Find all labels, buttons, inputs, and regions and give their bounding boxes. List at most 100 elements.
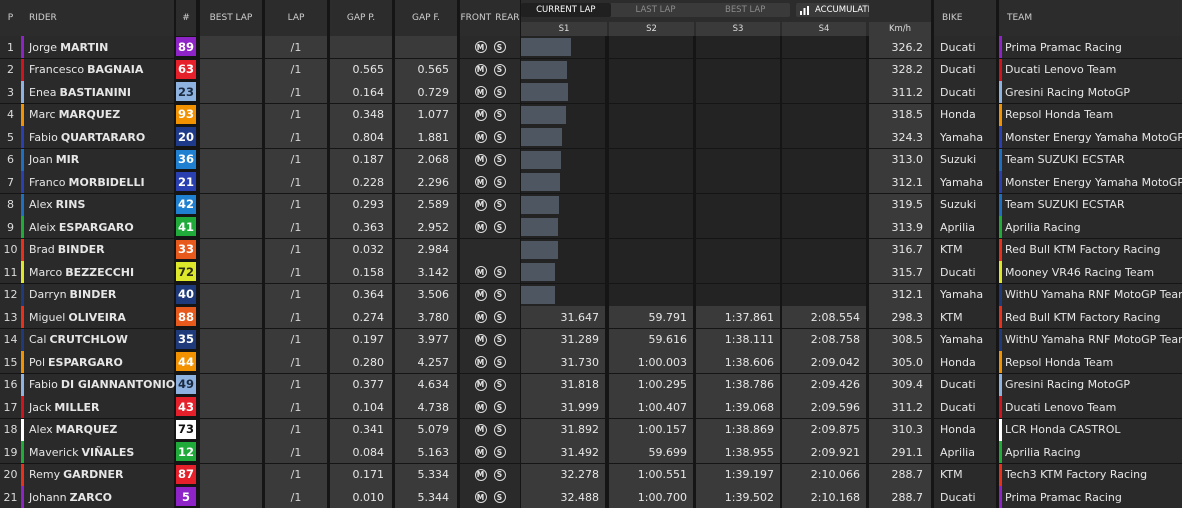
header-lap[interactable]: LAP (265, 0, 327, 36)
rider-name-cell[interactable]: Fabio DI GIANNANTONIO (24, 373, 175, 396)
table-row[interactable]: 10BradBINDER33/10.0322.984MS316.7KTMRed … (0, 238, 1182, 261)
rider-name-cell[interactable]: Alex MARQUEZ (24, 418, 174, 441)
header-team[interactable]: TEAM (999, 0, 1182, 36)
table-row[interactable]: 9 Aleix ESPARGARO 41/1 0.363 2.952 M S 313.9 Apri… (0, 216, 1182, 238)
rear-tyre-soft-icon: S (493, 468, 506, 481)
team-cell[interactable]: Monster Energy Yamaha MotoGP (999, 126, 1182, 148)
team-cell[interactable]: Tech3 KTM Factory Racing (999, 463, 1182, 486)
rider-name-cell[interactable]: Jack MILLER (24, 396, 174, 418)
gap-first-cell: 5.334 (395, 463, 457, 486)
header-bike[interactable]: BIKE (934, 0, 996, 36)
rider-name-cell[interactable]: Maverick VIÑALES (24, 441, 174, 463)
tab-last-lap[interactable]: LAST LAP (611, 3, 701, 17)
team-cell[interactable]: Prima Pramac Racing (999, 36, 1182, 58)
header-gap-previous[interactable]: GAP P. (330, 0, 392, 36)
table-row[interactable]: 13 Miguel OLIVEIRA 88/1 0.274 3.780 M S 31.647 59… (0, 306, 1182, 328)
team-cell[interactable]: Prima Pramac Racing (999, 486, 1182, 508)
rider-name-cell[interactable]: Alex RINS (24, 193, 174, 216)
rider-name-cell[interactable]: Franco MORBIDELLI (24, 171, 174, 193)
position-cell: 4 (0, 103, 21, 126)
table-row[interactable]: 11 Marco BEZZECCHI 72/1 0.158 3.142 M S 315.7 Duc… (0, 261, 1182, 283)
table-row[interactable]: 4 Marc MARQUEZ 93/1 0.348 1.077 M S 318.5 Honda Re… (0, 103, 1182, 126)
front-tyre-medium-icon: M (474, 108, 487, 121)
position-cell: 21 (0, 486, 21, 508)
team-cell[interactable]: Gresini Racing MotoGP (999, 373, 1182, 396)
rider-last-name: ESPARGARO (58, 220, 134, 234)
team-cell[interactable]: Team SUZUKI ECSTAR (999, 148, 1182, 171)
rider-name-cell[interactable]: Miguel OLIVEIRA (24, 306, 174, 328)
rider-name-cell[interactable]: Johann ZARCO (24, 486, 174, 508)
table-row[interactable]: 14 Cal CRUTCHLOW 35/1 0.197 3.977 M S 31.289 59.6… (0, 328, 1182, 351)
team-cell[interactable]: Repsol Honda Team (999, 103, 1182, 126)
position-cell: 18 (0, 418, 21, 441)
table-row[interactable]: 20 Remy GARDNER 87/1 0.171 5.334 M S 32.278 1:00.… (0, 463, 1182, 486)
header-rider[interactable]: RIDER (21, 0, 174, 36)
team-cell[interactable]: Mooney VR46 Racing Team (999, 261, 1182, 283)
sector-1-cell: 31.999 (521, 396, 605, 418)
header-tyres: FRONT REAR (460, 0, 520, 36)
speed-cell: 298.3 (869, 306, 931, 328)
rider-number-badge: 36 (176, 149, 196, 169)
rider-name-cell[interactable]: Brad BINDER (24, 238, 174, 261)
sector-3-cell: 1:37.861 (696, 306, 780, 328)
table-row[interactable]: 15 Pol ESPARGARO 44/1 0.280 4.257 M S 31.730 1:00… (0, 351, 1182, 373)
rider-name-cell[interactable]: Francesco BAGNAIA (24, 58, 174, 81)
table-row[interactable]: 18 Alex MARQUEZ 73/1 0.341 5.079 M S 31.892 1:00.… (0, 418, 1182, 441)
header-gap-first[interactable]: GAP F. (395, 0, 457, 36)
team-cell[interactable]: Repsol Honda Team (999, 351, 1182, 373)
header-best-lap[interactable]: BEST LAP (200, 0, 262, 36)
table-row[interactable]: 12 Darryn BINDER 40/1 0.364 3.506 M S 312.1 Yamah… (0, 283, 1182, 306)
team-cell[interactable]: Aprilia Racing (999, 216, 1182, 238)
team-cell[interactable]: Team SUZUKI ECSTAR (999, 193, 1182, 216)
table-row[interactable]: 2 Francesco BAGNAIA 63/1 0.565 0.565 M S 328.2 Du… (0, 58, 1182, 81)
rider-name-cell[interactable]: Aleix ESPARGARO (24, 216, 174, 238)
team-cell[interactable]: Monster Energy Yamaha MotoGP (999, 171, 1182, 193)
team-cell[interactable]: LCR Honda CASTROL (999, 418, 1182, 441)
table-row[interactable]: 7 Franco MORBIDELLI 21/1 0.228 2.296 M S 312.1 Ya… (0, 171, 1182, 193)
team-name: Monster Energy Yamaha MotoGP (1005, 130, 1182, 144)
gap-previous-cell: 0.804 (330, 126, 392, 148)
table-row[interactable]: 6 Joan MIR 36/1 0.187 2.068 M S 313.0 Suzuki Team … (0, 148, 1182, 171)
rider-name-cell[interactable]: Fabio QUARTARARO (24, 126, 174, 148)
sector-3-cell (696, 193, 780, 216)
bike-cell: Honda (934, 103, 996, 126)
table-row[interactable]: 5 Fabio QUARTARARO 20/1 0.804 1.881 M S 324.3 Yam… (0, 126, 1182, 148)
table-row[interactable]: 19 Maverick VIÑALES 12/1 0.084 5.163 M S 31.492 5… (0, 441, 1182, 463)
front-tyre-medium-icon: M (474, 423, 487, 436)
rider-name-cell[interactable]: Darryn BINDER (24, 283, 174, 306)
table-row[interactable]: 16 Fabio DI GIANNANTONIO 49/1 0.377 4.634 M S 31… (0, 373, 1182, 396)
team-cell[interactable]: Red Bull KTM Factory Racing (999, 306, 1182, 328)
sector-2-cell (609, 58, 693, 81)
rider-name-cell[interactable]: Marco BEZZECCHI (24, 261, 174, 283)
front-tyre-medium-icon: M (474, 401, 487, 413)
gap-first-cell: 5.079 (395, 418, 457, 441)
team-cell[interactable]: WithU Yamaha RNF MotoGP Team (999, 283, 1182, 306)
sector-3-cell (696, 81, 780, 103)
sector-4-cell: 2:10.168 (782, 486, 866, 508)
rider-name-cell[interactable]: Marc MARQUEZ (24, 103, 174, 126)
team-cell[interactable]: Ducati Lenovo Team (999, 396, 1182, 418)
team-name: Mooney VR46 Racing Team (1005, 265, 1155, 279)
table-row[interactable]: 3 Enea BASTIANINI 23/1 0.164 0.729 M S 311.2 Duca… (0, 81, 1182, 103)
rider-name-cell[interactable]: Pol ESPARGARO (24, 351, 174, 373)
team-cell[interactable]: Aprilia Racing (999, 441, 1182, 463)
tab-best-lap[interactable]: BEST LAP (700, 3, 790, 17)
table-row[interactable]: 21 Johann ZARCO 5/1 0.010 5.344 M S 32.488 1:00.7… (0, 486, 1182, 508)
team-cell[interactable]: Gresini Racing MotoGP (999, 81, 1182, 103)
rider-name-cell[interactable]: Cal CRUTCHLOW (24, 328, 174, 351)
table-row[interactable]: 17 Jack MILLER 43/1 0.104 4.738 M S 31.999 1:00.4… (0, 396, 1182, 418)
team-cell[interactable]: Ducati Lenovo Team (999, 58, 1182, 81)
sector-1-cell: 31.818 (521, 373, 605, 396)
rider-name-cell[interactable]: Joan MIR (24, 148, 174, 171)
best-lap-cell (200, 486, 262, 508)
team-cell[interactable]: WithU Yamaha RNF MotoGP Team (999, 328, 1182, 351)
table-row[interactable]: 8 Alex RINS 42/1 0.293 2.589 M S 319.5 Suzuki Team… (0, 193, 1182, 216)
rider-name-cell[interactable]: Jorge MARTIN (24, 36, 174, 58)
rider-number-badge: 89 (176, 37, 196, 56)
team-cell[interactable]: Red Bull KTM Factory Racing (999, 238, 1182, 261)
rider-name-cell[interactable]: Remy GARDNER (24, 463, 174, 486)
rider-name-cell[interactable]: Enea BASTIANINI (24, 81, 174, 103)
table-row[interactable]: 1 Jorge MARTIN 89/1 M S 326.2 Ducati Prima Prama… (0, 36, 1182, 58)
tab-current-lap[interactable]: CURRENT LAP (521, 3, 611, 17)
position-cell: 9 (0, 216, 21, 238)
